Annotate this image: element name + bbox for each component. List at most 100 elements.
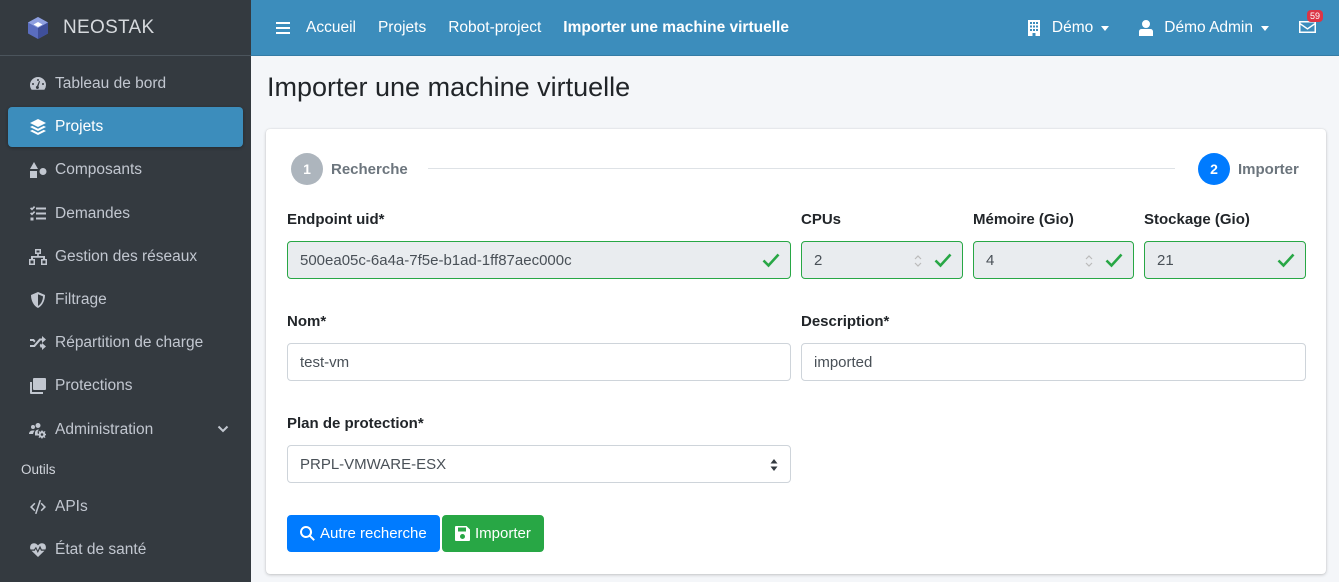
page-title: Importer une machine virtuelle [267, 72, 631, 102]
storage-value: 21 [1157, 251, 1174, 269]
spinner-arrows-icon[interactable] [914, 253, 922, 269]
cpus-field[interactable]: 2 [801, 241, 963, 279]
org-name: Démo [1051, 19, 1094, 36]
breadcrumb-robot-project[interactable]: Robot-project [448, 19, 541, 37]
description-value: imported [814, 353, 873, 371]
memory-label: Mémoire (Gio) [973, 211, 1074, 228]
sidebar-item-repartition-de-charge[interactable]: Répartition de charge [8, 323, 243, 363]
sidebar-item-composants[interactable]: Composants [8, 150, 243, 190]
stepper: 1 Recherche 2 Importer [291, 153, 1302, 185]
step-label: Recherche [331, 160, 408, 178]
storage-field[interactable]: 21 [1144, 241, 1306, 279]
sidebar-item-label: Protections [55, 377, 133, 395]
sidebar-nav: Tableau de bord Projets Composants Deman… [0, 56, 251, 570]
sidebar-item-label: État de santé [55, 540, 147, 558]
org-dropdown[interactable]: Démo [1027, 19, 1110, 37]
sidebar-item-demandes[interactable]: Demandes [8, 194, 243, 234]
sidebar-item-label: Projets [55, 118, 104, 136]
notifications-button[interactable]: 59 [1299, 10, 1324, 36]
endpoint-label: Endpoint uid* [287, 211, 385, 228]
sidebar-item-gestion-des-reseaux[interactable]: Gestion des réseaux [8, 237, 243, 277]
name-input[interactable]: test-vm [287, 343, 791, 381]
check-icon [1105, 253, 1123, 268]
chevron-down-icon [217, 425, 229, 432]
check-icon [934, 253, 952, 268]
envelope-icon [1299, 21, 1316, 33]
step-label: Importer [1238, 160, 1299, 178]
search-icon [300, 526, 315, 541]
tachometer-icon [27, 75, 49, 93]
cpus-label: CPUs [801, 211, 842, 228]
copy-icon [27, 377, 49, 395]
import-label: Importer [475, 525, 531, 542]
heartbeat-icon [27, 541, 49, 559]
user-icon [1139, 20, 1154, 36]
check-icon [762, 253, 780, 268]
check-icon [1277, 253, 1295, 268]
sidebar-item-label: Filtrage [55, 290, 107, 308]
protection-plan-label: Plan de protection* [287, 415, 424, 432]
sidebar-item-tableau-de-bord[interactable]: Tableau de bord [8, 64, 243, 104]
topbar-right: Démo Démo Admin 59 [1027, 0, 1339, 56]
caret-down-icon [1261, 25, 1269, 31]
step-number: 2 [1198, 153, 1230, 185]
search-again-button[interactable]: Autre recherche [287, 515, 440, 552]
sidebar-item-label: Composants [55, 161, 143, 179]
memory-field[interactable]: 4 [973, 241, 1134, 279]
sidebar-item-etat-de-sante[interactable]: État de santé [8, 530, 243, 570]
user-dropdown[interactable]: Démo Admin [1139, 19, 1269, 37]
code-icon [27, 498, 49, 516]
save-icon [455, 526, 470, 541]
sidebar-item-label: Répartition de charge [55, 334, 204, 352]
brand-name: NEOSTAK [63, 16, 155, 38]
name-value: test-vm [300, 353, 350, 371]
sidebar-item-filtrage[interactable]: Filtrage [8, 280, 243, 320]
sitemap-icon [27, 248, 49, 266]
layers-icon [27, 118, 49, 136]
menu-toggle-icon[interactable] [276, 21, 290, 34]
description-input[interactable]: imported [801, 343, 1306, 381]
sidebar-header-tools: Outils [21, 462, 56, 478]
storage-label: Stockage (Gio) [1144, 211, 1250, 228]
sidebar-item-label: Gestion des réseaux [55, 247, 198, 265]
endpoint-uid-field[interactable]: 500ea05c-6a4a-7f5e-b1ad-1ff87aec000c [287, 241, 791, 279]
breadcrumb-current: Importer une machine virtuelle [563, 18, 789, 36]
sidebar-item-administration[interactable]: Administration [8, 410, 243, 450]
sidebar-item-label: Administration [55, 420, 154, 438]
building-icon [1027, 20, 1040, 36]
sidebar-item-projets[interactable]: Projets [8, 107, 243, 148]
protection-plan-value: PRPL-VMWARE-ESX [300, 455, 447, 473]
caret-down-icon [1101, 25, 1110, 31]
name-label: Nom* [287, 313, 327, 330]
import-vm-card: 1 Recherche 2 Importer Endpoint uid* 500… [266, 129, 1326, 574]
step-importer[interactable]: 2 Importer [1198, 153, 1299, 185]
sidebar-item-apis[interactable]: APIs [8, 487, 243, 527]
step-recherche[interactable]: 1 Recherche [291, 153, 408, 185]
sidebar-item-protections[interactable]: Protections [8, 366, 243, 406]
step-connector [428, 168, 1175, 169]
search-again-label: Autre recherche [320, 525, 427, 542]
random-icon [27, 334, 49, 352]
endpoint-uid-value: 500ea05c-6a4a-7f5e-b1ad-1ff87aec000c [300, 251, 572, 269]
user-name: Démo Admin [1164, 19, 1253, 36]
sidebar-item-label: Demandes [55, 204, 130, 222]
shield-icon [27, 291, 49, 309]
brand[interactable]: NEOSTAK [0, 0, 251, 56]
shapes-icon [27, 161, 49, 179]
sidebar-item-label: Tableau de bord [55, 75, 167, 92]
neostak-logo-icon [28, 16, 48, 39]
step-number: 1 [291, 153, 323, 185]
description-label: Description* [801, 313, 890, 330]
breadcrumb-accueil[interactable]: Accueil [306, 19, 356, 37]
protection-plan-select[interactable]: PRPL-VMWARE-ESX [287, 445, 791, 483]
breadcrumb-projets[interactable]: Projets [378, 19, 426, 37]
select-arrows-icon [770, 459, 778, 471]
users-cog-icon [27, 421, 49, 439]
import-button[interactable]: Importer [442, 515, 544, 552]
spinner-arrows-icon[interactable] [1085, 253, 1093, 269]
sidebar-item-label: APIs [55, 497, 88, 515]
top-navbar: Accueil Projets Robot-project Importer u… [251, 0, 1339, 56]
notification-badge: 59 [1307, 10, 1324, 22]
cpus-value: 2 [814, 251, 823, 269]
sidebar: NEOSTAK Tableau de bord Projets Composan… [0, 0, 251, 582]
